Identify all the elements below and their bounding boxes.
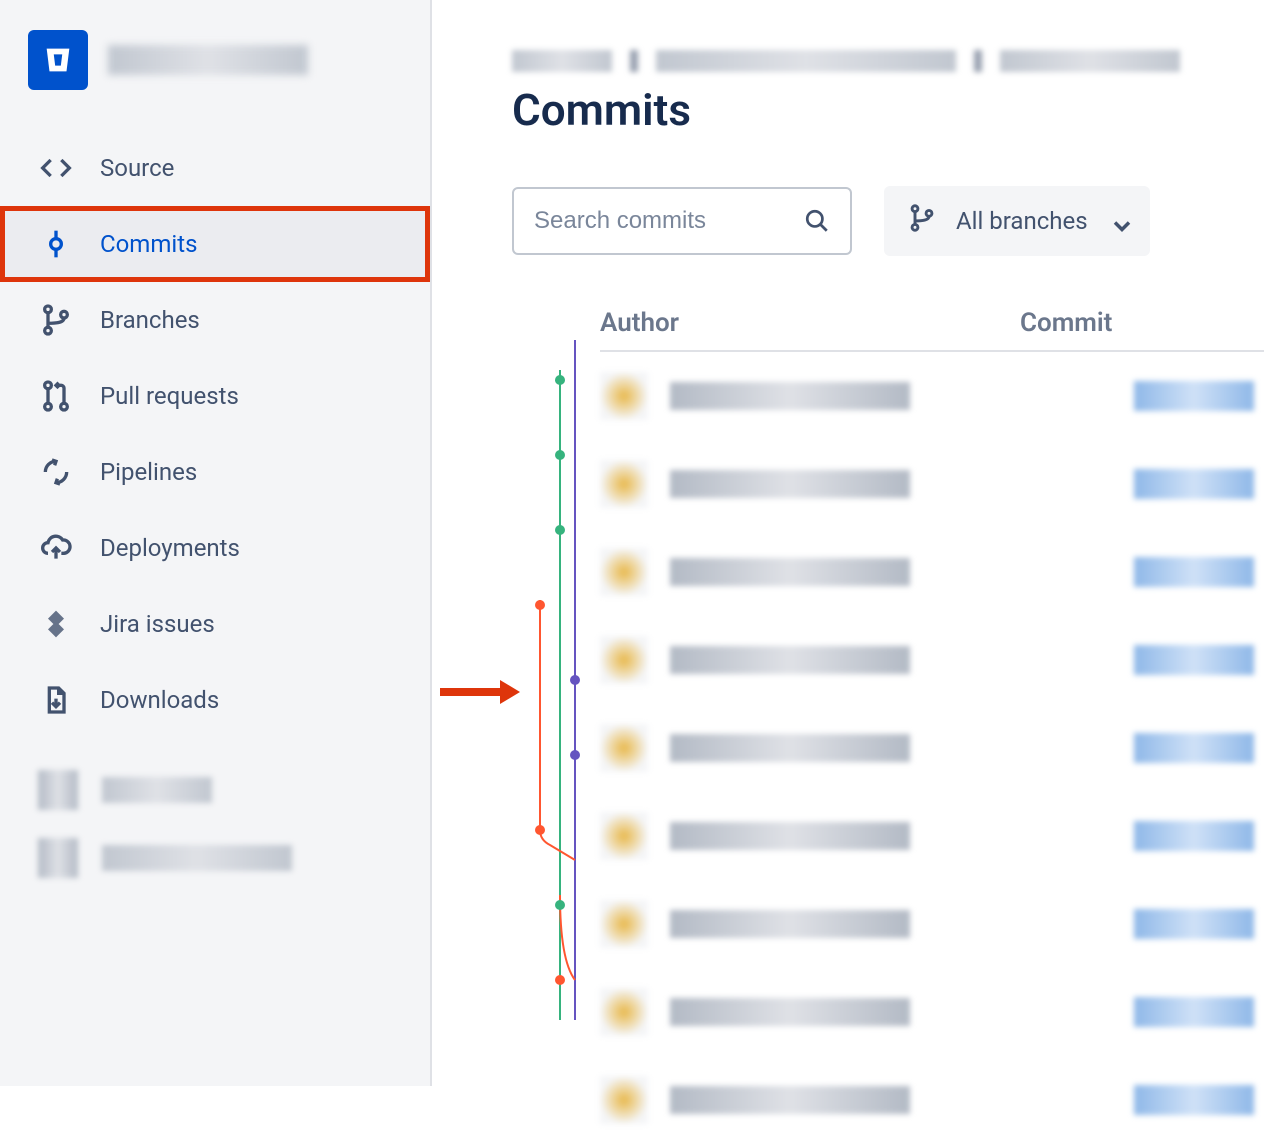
commit-graph: [520, 340, 600, 1020]
repo-header: [0, 30, 430, 130]
commit-author: [670, 998, 910, 1026]
commit-author: [670, 734, 910, 762]
avatar: [600, 372, 648, 420]
commit-hash[interactable]: [1134, 733, 1254, 763]
avatar: [600, 988, 648, 1036]
branch-filter-dropdown[interactable]: All branches: [884, 186, 1150, 256]
code-icon: [40, 152, 72, 184]
avatar: [600, 548, 648, 596]
commit-author: [670, 822, 910, 850]
sidebar-item-commits[interactable]: Commits: [0, 206, 430, 282]
sidebar-item-pipelines[interactable]: Pipelines: [0, 434, 430, 510]
controls: All branches: [512, 186, 1264, 256]
pipeline-icon: [40, 456, 72, 488]
jira-icon: [40, 608, 72, 640]
table-row[interactable]: [600, 352, 1264, 440]
table-row[interactable]: [600, 528, 1264, 616]
sidebar-item-label: Pipelines: [100, 458, 197, 486]
commit-hash[interactable]: [1134, 469, 1254, 499]
commit-author: [670, 382, 910, 410]
commit-icon: [40, 228, 72, 260]
breadcrumb: [512, 50, 1264, 72]
commit-hash[interactable]: [1134, 997, 1254, 1027]
search-box[interactable]: [512, 187, 852, 255]
sidebar-item-label: Pull requests: [100, 382, 239, 410]
sidebar-item-deployments[interactable]: Deployments: [0, 510, 430, 586]
download-icon: [40, 684, 72, 716]
table-header: Author Commit: [600, 296, 1264, 352]
table-row[interactable]: [600, 440, 1264, 528]
sidebar-item-label: Deployments: [100, 534, 240, 562]
avatar: [600, 460, 648, 508]
sidebar-item-pull-requests[interactable]: Pull requests: [0, 358, 430, 434]
table-row[interactable]: [600, 704, 1264, 792]
commit-hash[interactable]: [1134, 381, 1254, 411]
commit-author: [670, 558, 910, 586]
branch-icon: [908, 204, 936, 238]
avatar: [38, 770, 78, 810]
branch-filter-label: All branches: [956, 207, 1088, 235]
annotation-arrow: [440, 680, 520, 704]
table-row[interactable]: [600, 1056, 1264, 1144]
sidebar-item-source[interactable]: Source: [0, 130, 430, 206]
commit-hash[interactable]: [1134, 645, 1254, 675]
sidebar-extra-item[interactable]: [28, 824, 402, 892]
commit-hash[interactable]: [1134, 557, 1254, 587]
bitbucket-logo-icon: [28, 30, 88, 90]
branch-icon: [40, 304, 72, 336]
breadcrumb-segment[interactable]: [512, 50, 612, 72]
sidebar-item-label: Downloads: [100, 686, 219, 714]
column-header-commit: Commit: [1020, 308, 1112, 338]
commit-author: [670, 470, 910, 498]
sidebar-item-branches[interactable]: Branches: [0, 282, 430, 358]
column-header-author: Author: [600, 308, 1020, 338]
commit-hash[interactable]: [1134, 1085, 1254, 1115]
commit-author: [670, 646, 910, 674]
commit-author: [670, 910, 910, 938]
pull-request-icon: [40, 380, 72, 412]
repo-name: [108, 45, 308, 75]
page-title: Commits: [512, 84, 1264, 136]
avatar: [38, 838, 78, 878]
commits-table: Author Commit: [600, 296, 1264, 1144]
commit-author: [670, 1086, 910, 1114]
table-row[interactable]: [600, 880, 1264, 968]
chevron-down-icon: [1108, 212, 1126, 230]
sidebar: Source Commits Branches Pull requests Pi: [0, 0, 432, 1086]
search-icon: [804, 208, 830, 234]
avatar: [600, 1076, 648, 1124]
commit-hash[interactable]: [1134, 909, 1254, 939]
table-row[interactable]: [600, 968, 1264, 1056]
sidebar-item-label: Jira issues: [100, 610, 215, 638]
sidebar-item-label: Branches: [100, 306, 200, 334]
sidebar-extra-item[interactable]: [28, 756, 402, 824]
avatar: [600, 812, 648, 860]
table-row[interactable]: [600, 792, 1264, 880]
sidebar-item-label: Source: [100, 154, 174, 182]
breadcrumb-segment[interactable]: [656, 50, 956, 72]
search-input[interactable]: [534, 207, 804, 235]
avatar: [600, 900, 648, 948]
cloud-upload-icon: [40, 532, 72, 564]
sidebar-item-downloads[interactable]: Downloads: [0, 662, 430, 738]
breadcrumb-segment[interactable]: [1000, 50, 1180, 72]
commit-hash[interactable]: [1134, 821, 1254, 851]
avatar: [600, 724, 648, 772]
sidebar-item-label: Commits: [100, 230, 197, 258]
extra-label: [102, 845, 292, 871]
avatar: [600, 636, 648, 684]
sidebar-extra: [0, 738, 430, 910]
table-row[interactable]: [600, 616, 1264, 704]
extra-label: [102, 777, 212, 803]
sidebar-item-jira-issues[interactable]: Jira issues: [0, 586, 430, 662]
